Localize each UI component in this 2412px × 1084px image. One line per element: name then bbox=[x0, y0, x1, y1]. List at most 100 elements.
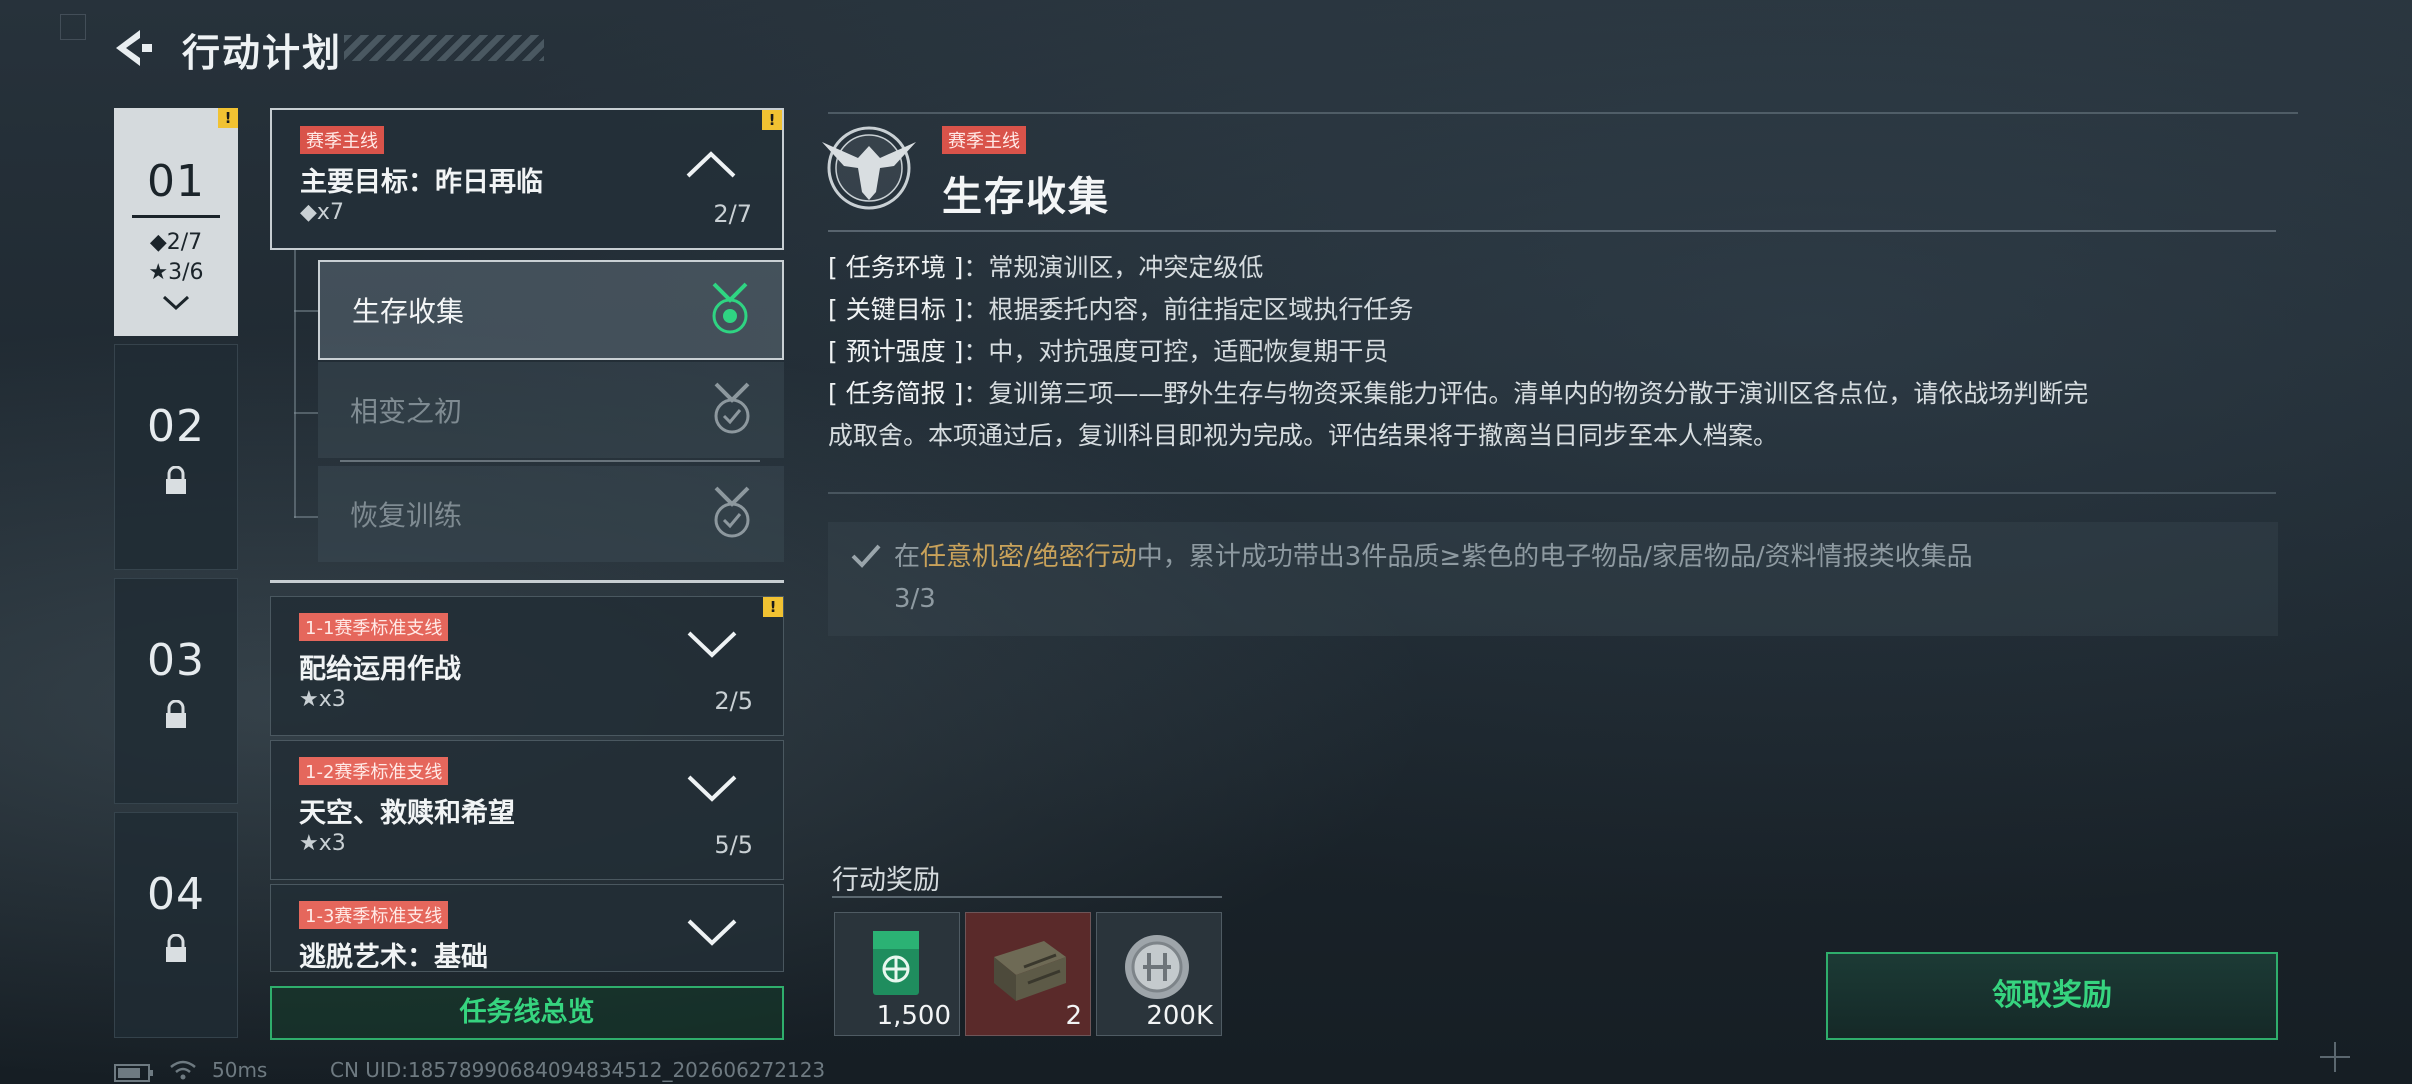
chapter-tab-04[interactable]: 04 bbox=[114, 812, 238, 1038]
objective-suffix: 中，累计成功带出3件品质≥紫色的电子物品/家居物品/资料情报类收集品 bbox=[1136, 542, 1973, 572]
sub-mission-phase-start[interactable]: 相变之初 bbox=[318, 362, 784, 458]
sub-mission-label: 相变之初 bbox=[350, 395, 463, 428]
chapter-number: 03 bbox=[147, 635, 205, 686]
info-sep: ： bbox=[963, 253, 989, 282]
reward-item-3[interactable]: 200K bbox=[1096, 912, 1222, 1036]
mission-name: 逃脱艺术：基础 bbox=[299, 942, 488, 972]
chapter-tab-03[interactable]: 03 bbox=[114, 578, 238, 804]
mission-tag: 赛季主线 bbox=[300, 126, 384, 154]
info-value: 常规演训区，冲突定级低 bbox=[988, 253, 1264, 282]
mission-progress: 2/7 bbox=[713, 200, 752, 228]
detail-section-rule bbox=[828, 492, 2276, 494]
mission-name: 主要目标：昨日再临 bbox=[300, 167, 543, 198]
objective-highlight: 任意机密/绝密行动 bbox=[920, 542, 1137, 572]
main-mission-card[interactable]: 赛季主线 主要目标：昨日再临 ◆x7 2/7 ! bbox=[270, 108, 784, 250]
battery-icon bbox=[114, 1064, 153, 1082]
chevron-down-icon[interactable] bbox=[685, 773, 739, 803]
sub-mission-recovery-training[interactable]: 恢复训练 bbox=[318, 466, 784, 562]
info-briefing: [ 任务简报 ]：复训第三项——野外生存与物资采集能力评估。清单内的物资分散于演… bbox=[828, 374, 2278, 414]
warning-badge: ! bbox=[762, 110, 782, 130]
reward-item-2[interactable]: 2 bbox=[965, 912, 1091, 1036]
tree-connector bbox=[294, 412, 318, 414]
medal-completed-icon bbox=[714, 382, 750, 434]
branch-mission-card-2[interactable]: 1-2赛季标准支线 天空、救赎和希望 ★x3 5/5 bbox=[270, 740, 784, 880]
sub-mission-survival-collect[interactable]: 生存收集 bbox=[318, 260, 784, 360]
rewards-rule bbox=[832, 896, 1222, 898]
info-briefing-continued: 成取舍。本项通过后，复训科目即视为完成。评估结果将于撤离当日同步至本人档案。 bbox=[828, 416, 2278, 456]
tree-connector bbox=[294, 516, 318, 518]
mission-reward: ★x3 bbox=[299, 687, 346, 712]
chevron-up-icon[interactable] bbox=[684, 150, 738, 180]
title-stripe-decoration bbox=[344, 35, 544, 61]
sub-divider bbox=[340, 460, 760, 462]
chapter-number: 02 bbox=[147, 401, 205, 452]
lock-icon bbox=[166, 933, 186, 962]
medal-active-icon bbox=[712, 282, 748, 334]
branch-mission-card-1[interactable]: 1-1赛季标准支线 配给运用作战 ★x3 2/5 ! bbox=[270, 596, 784, 736]
mission-progress: 2/5 bbox=[714, 687, 753, 715]
info-environment: [ 任务环境 ]：常规演训区，冲突定级低 bbox=[828, 248, 2278, 288]
info-value: 复训第三项——野外生存与物资采集能力评估。清单内的物资分散于演训区各点位，请依战… bbox=[988, 379, 2089, 408]
mission-tag: 1-2赛季标准支线 bbox=[299, 757, 449, 785]
objective-row: 在任意机密/绝密行动中，累计成功带出3件品质≥紫色的电子物品/家居物品/资料情报… bbox=[828, 522, 2278, 636]
crosshair-icon bbox=[2320, 1042, 2350, 1072]
mission-tag: 1-1赛季标准支线 bbox=[299, 613, 449, 641]
uid-text: CN UID:18578990684094834512_202606272123 bbox=[330, 1058, 826, 1082]
objective-count: 3/3 bbox=[894, 584, 936, 614]
mission-overview-button[interactable]: 任务线总览 bbox=[270, 986, 784, 1040]
chapter-stat-star: ★3/6 bbox=[148, 260, 204, 285]
claim-reward-button[interactable]: 领取奖励 bbox=[1826, 952, 2278, 1040]
mission-tag: 1-3赛季标准支线 bbox=[299, 901, 449, 929]
mission-name: 配给运用作战 bbox=[299, 654, 461, 685]
sub-mission-label: 恢复训练 bbox=[350, 499, 463, 532]
page-title: 行动计划 bbox=[182, 31, 343, 75]
sub-mission-label: 生存收集 bbox=[352, 295, 465, 328]
mission-name: 天空、救赎和希望 bbox=[299, 798, 515, 829]
chapter-stat-diamond: ◆2/7 bbox=[149, 230, 203, 255]
chapter-divider bbox=[132, 215, 220, 218]
info-value: 中，对抗强度可控，适配恢复期干员 bbox=[988, 337, 1389, 366]
detail-title: 生存收集 bbox=[942, 174, 1110, 220]
reward-amount: 2 bbox=[1065, 1001, 1082, 1031]
chevron-down-icon[interactable] bbox=[685, 629, 739, 659]
chapter-number: 04 bbox=[147, 869, 205, 920]
detail-title-rule bbox=[828, 230, 2276, 232]
checkmark-icon bbox=[851, 544, 881, 568]
mission-progress: 5/5 bbox=[714, 831, 753, 859]
chevron-down-icon[interactable] bbox=[685, 917, 739, 947]
info-value: 根据委托内容，前往指定区域执行任务 bbox=[988, 295, 1414, 324]
chapter-tab-02[interactable]: 02 bbox=[114, 344, 238, 570]
info-key-target: [ 关键目标 ]：根据委托内容，前往指定区域执行任务 bbox=[828, 290, 2278, 330]
info-sep: ： bbox=[963, 379, 989, 408]
info-key: [ 关键目标 ] bbox=[828, 295, 964, 324]
section-divider bbox=[270, 580, 784, 583]
medal-completed-icon bbox=[714, 486, 750, 538]
chapter-tab-01[interactable]: 01 ◆2/7 ★3/6 ! bbox=[114, 108, 238, 336]
reward-amount: 200K bbox=[1146, 1001, 1213, 1031]
detail-tag: 赛季主线 bbox=[942, 126, 1026, 154]
mission-reward: ★x3 bbox=[299, 831, 346, 856]
info-value: 成取舍。本项通过后，复训科目即视为完成。评估结果将于撤离当日同步至本人档案。 bbox=[828, 421, 1779, 450]
corner-decoration bbox=[60, 14, 86, 40]
chapter-number: 01 bbox=[147, 156, 205, 207]
tree-connector bbox=[294, 310, 318, 312]
info-sep: ： bbox=[963, 337, 989, 366]
branch-mission-card-3[interactable]: 1-3赛季标准支线 逃脱艺术：基础 bbox=[270, 884, 784, 972]
reward-item-1[interactable]: 1,500 bbox=[834, 912, 960, 1036]
objective-text: 在任意机密/绝密行动中，累计成功带出3件品质≥紫色的电子物品/家居物品/资料情报… bbox=[894, 536, 1973, 573]
back-arrow-icon[interactable] bbox=[112, 26, 156, 70]
info-key: [ 任务环境 ] bbox=[828, 253, 964, 282]
wifi-icon bbox=[170, 1060, 196, 1080]
ammo-crate-icon bbox=[994, 941, 1066, 1001]
ping-text: 50ms bbox=[212, 1058, 268, 1082]
warning-badge: ! bbox=[218, 108, 238, 128]
info-key: [ 预计强度 ] bbox=[828, 337, 964, 366]
rewards-title: 行动奖励 bbox=[832, 865, 940, 896]
eagle-emblem-icon bbox=[822, 126, 916, 210]
lock-icon bbox=[166, 465, 186, 494]
tree-connector bbox=[294, 250, 296, 518]
detail-top-rule bbox=[828, 112, 2298, 114]
info-sep: ： bbox=[963, 295, 989, 324]
warning-badge: ! bbox=[763, 597, 783, 617]
info-intensity: [ 预计强度 ]：中，对抗强度可控，适配恢复期干员 bbox=[828, 332, 2278, 372]
